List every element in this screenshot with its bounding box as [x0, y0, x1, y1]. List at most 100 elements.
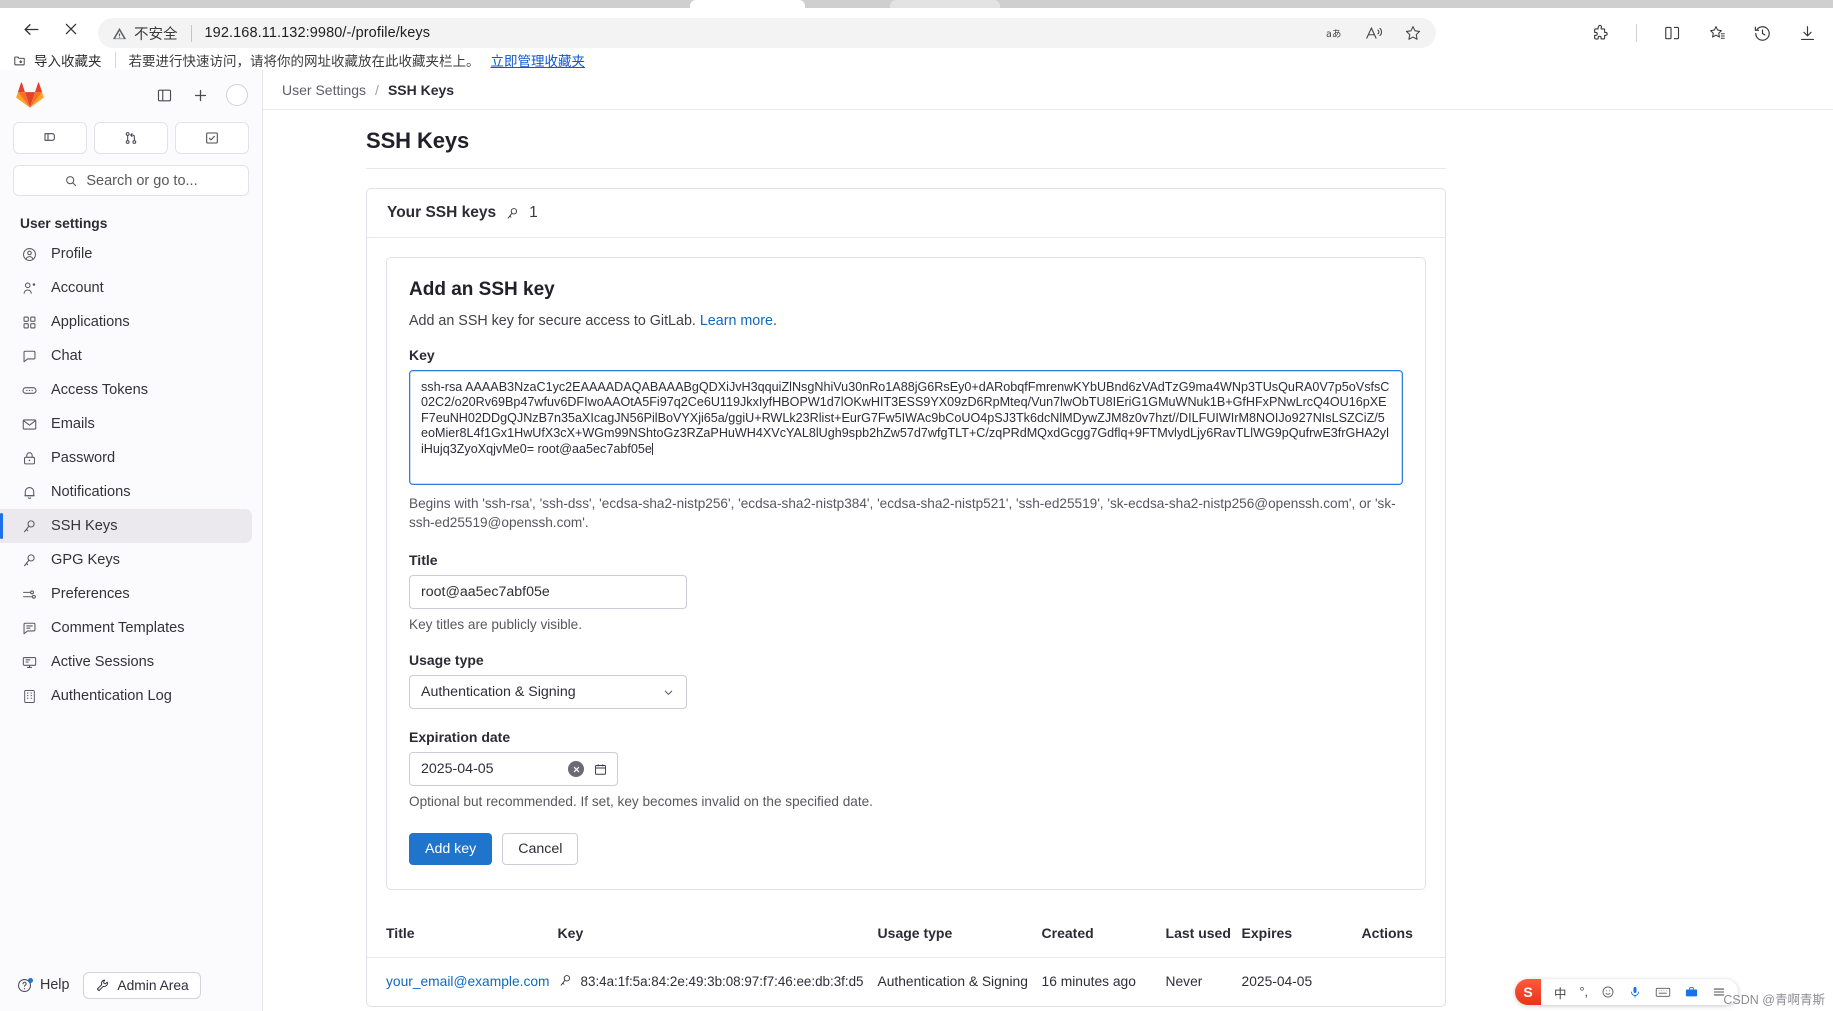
search-input[interactable]: Search or go to... — [13, 165, 249, 196]
chevron-down-icon — [662, 686, 675, 699]
browser-tab-strip[interactable] — [0, 0, 1833, 8]
ssh-keys-card: Your SSH keys 1 Add an SSH key Add an SS… — [366, 188, 1446, 1007]
add-key-heading: Add an SSH key — [409, 279, 555, 300]
sidebar-item-ssh-keys[interactable]: SSH Keys — [0, 509, 252, 543]
sidebar-item-preferences[interactable]: Preferences — [0, 577, 252, 611]
page-inner: SSH Keys Your SSH keys 1 Add an SSH key — [366, 128, 1446, 1007]
breadcrumb-parent[interactable]: User Settings — [282, 82, 366, 98]
learn-more-link[interactable]: Learn more — [700, 313, 773, 329]
omnibox-actions: aあ — [1326, 24, 1422, 42]
ime-mode-label[interactable]: 中 — [1554, 983, 1567, 1002]
description-prefix: Add an SSH key for secure access to GitL… — [409, 313, 700, 329]
add-key-button[interactable]: Add key — [409, 833, 493, 865]
key-format-hint: Begins with 'ssh-rsa', 'ssh-dss', 'ecdsa… — [409, 496, 1396, 530]
toolbox-icon[interactable] — [1684, 985, 1699, 999]
sidebar-item-active-sessions[interactable]: Active Sessions — [0, 645, 252, 679]
voice-icon[interactable] — [1628, 985, 1642, 999]
gitlab-app: Search or go to... User settings Profile… — [0, 70, 1833, 1011]
ime-punctuation-icon[interactable]: °, — [1580, 985, 1588, 999]
create-new-icon[interactable] — [186, 81, 214, 109]
admin-area-button[interactable]: Admin Area — [83, 971, 201, 999]
table-body: your_email@example.com 83:4a:1f:5a:84:2e… — [367, 958, 1445, 1007]
ime-toolbar[interactable]: S 中 °, — [1515, 979, 1738, 1005]
downloads-icon[interactable] — [1798, 24, 1817, 43]
sidebar-item-authentication-log[interactable]: Authentication Log — [0, 679, 252, 713]
column-header-created[interactable]: Created — [1041, 909, 1166, 958]
sidebar-item-applications[interactable]: Applications — [0, 305, 252, 339]
sidebar-item-password[interactable]: Password — [0, 441, 252, 475]
breadcrumb-separator: / — [375, 81, 379, 98]
ssh-key-icon — [505, 206, 520, 221]
import-bookmarks-label: 导入收藏夹 — [34, 54, 102, 69]
applications-icon — [20, 313, 38, 331]
sidebar-item-profile[interactable]: Profile — [0, 237, 252, 271]
clear-date-icon[interactable] — [568, 761, 584, 777]
sidebar-item-emails[interactable]: Emails — [0, 407, 252, 441]
usage-type-value: Authentication & Signing — [421, 684, 576, 700]
back-button[interactable] — [14, 12, 48, 46]
history-icon[interactable] — [1753, 24, 1772, 43]
sidebar-item-access-tokens[interactable]: Access Tokens — [0, 373, 252, 407]
todos-icon[interactable] — [175, 122, 249, 154]
manage-bookmarks-link[interactable]: 立即管理收藏夹 — [491, 50, 586, 70]
extensions-icon[interactable] — [1591, 24, 1610, 43]
gitlab-logo-icon[interactable] — [16, 82, 44, 108]
bookmarks-bar: 导入收藏夹 若要进行快速访问，请将你的网址收藏放在此收藏夹栏上。 立即管理收藏夹 — [0, 50, 1833, 70]
sidebar-item-label: Applications — [51, 314, 130, 330]
address-bar[interactable]: 不安全 192.168.11.132:9980/-/profile/keys a… — [98, 18, 1436, 48]
translate-icon[interactable]: aあ — [1326, 26, 1345, 41]
ssh-key-icon — [558, 973, 573, 988]
table-head: Title Key Usage type Created Last used E… — [367, 909, 1445, 958]
key-textarea[interactable]: ssh-rsa AAAAB3NzaC1yc2EAAAADAQABAAABgQDX… — [409, 370, 1403, 485]
column-header-usage-type[interactable]: Usage type — [877, 909, 1042, 958]
browser-tab-active[interactable] — [690, 0, 805, 8]
usage-type-select[interactable]: Authentication & Signing — [409, 675, 687, 709]
merge-requests-icon[interactable] — [94, 122, 168, 154]
help-button[interactable]: Help — [16, 977, 69, 994]
sidebar-item-chat[interactable]: Chat — [0, 339, 252, 373]
sidebar-item-comment-templates[interactable]: Comment Templates — [0, 611, 252, 645]
avatar[interactable] — [226, 84, 248, 106]
page-title: SSH Keys — [366, 128, 1446, 169]
collections-icon[interactable] — [1708, 24, 1727, 42]
title-field-label: Title — [409, 552, 438, 568]
bookmarks-divider — [114, 52, 116, 68]
cell-created: 16 minutes ago — [1041, 974, 1136, 989]
toggle-sidebar-icon[interactable] — [150, 81, 178, 109]
favorite-star-icon[interactable] — [1404, 24, 1422, 42]
browser-tab-inactive[interactable] — [890, 0, 1000, 8]
chat-icon — [20, 347, 38, 365]
issues-icon[interactable] — [13, 122, 87, 154]
read-aloud-icon[interactable] — [1365, 25, 1384, 42]
emoji-icon[interactable] — [1601, 985, 1615, 999]
cancel-button[interactable]: Cancel — [502, 833, 579, 865]
sidebar-item-account[interactable]: Account — [0, 271, 252, 305]
sidebar-item-notifications[interactable]: Notifications — [0, 475, 252, 509]
calendar-icon[interactable] — [593, 762, 608, 777]
stop-loading-button[interactable] — [54, 12, 88, 46]
title-input[interactable]: root@aa5ec7abf05e — [409, 575, 687, 609]
keyboard-icon[interactable] — [1655, 985, 1671, 999]
admin-area-label: Admin Area — [117, 977, 189, 993]
sidebar: Search or go to... User settings Profile… — [0, 70, 263, 1011]
key-title-link[interactable]: your_email@example.com — [386, 974, 550, 989]
expiration-date-input[interactable]: 2025-04-05 — [409, 752, 618, 786]
import-bookmarks-button[interactable]: 导入收藏夹 — [12, 50, 102, 70]
sidebar-item-label: GPG Keys — [51, 552, 120, 568]
column-header-expires[interactable]: Expires — [1241, 909, 1362, 958]
sidebar-item-gpg-keys[interactable]: GPG Keys — [0, 543, 252, 577]
key-field-label: Key — [409, 347, 435, 363]
expiration-date-hint: Optional but recommended. If set, key be… — [409, 794, 873, 809]
title-field-group: Title root@aa5ec7abf05e Key titles are p… — [409, 552, 1403, 632]
ime-logo-icon[interactable]: S — [1515, 979, 1541, 1005]
split-screen-icon[interactable] — [1663, 24, 1682, 42]
column-header-title[interactable]: Title — [367, 909, 558, 958]
omnibox-divider — [190, 24, 192, 42]
column-header-key[interactable]: Key — [557, 909, 878, 958]
column-header-last-used[interactable]: Last used — [1165, 909, 1242, 958]
site-security-indicator[interactable]: 不安全 — [112, 23, 178, 44]
description-suffix: . — [772, 313, 777, 329]
password-lock-icon — [20, 449, 38, 467]
browser-toolbar-icons — [1591, 18, 1817, 48]
profile-icon — [20, 245, 38, 263]
